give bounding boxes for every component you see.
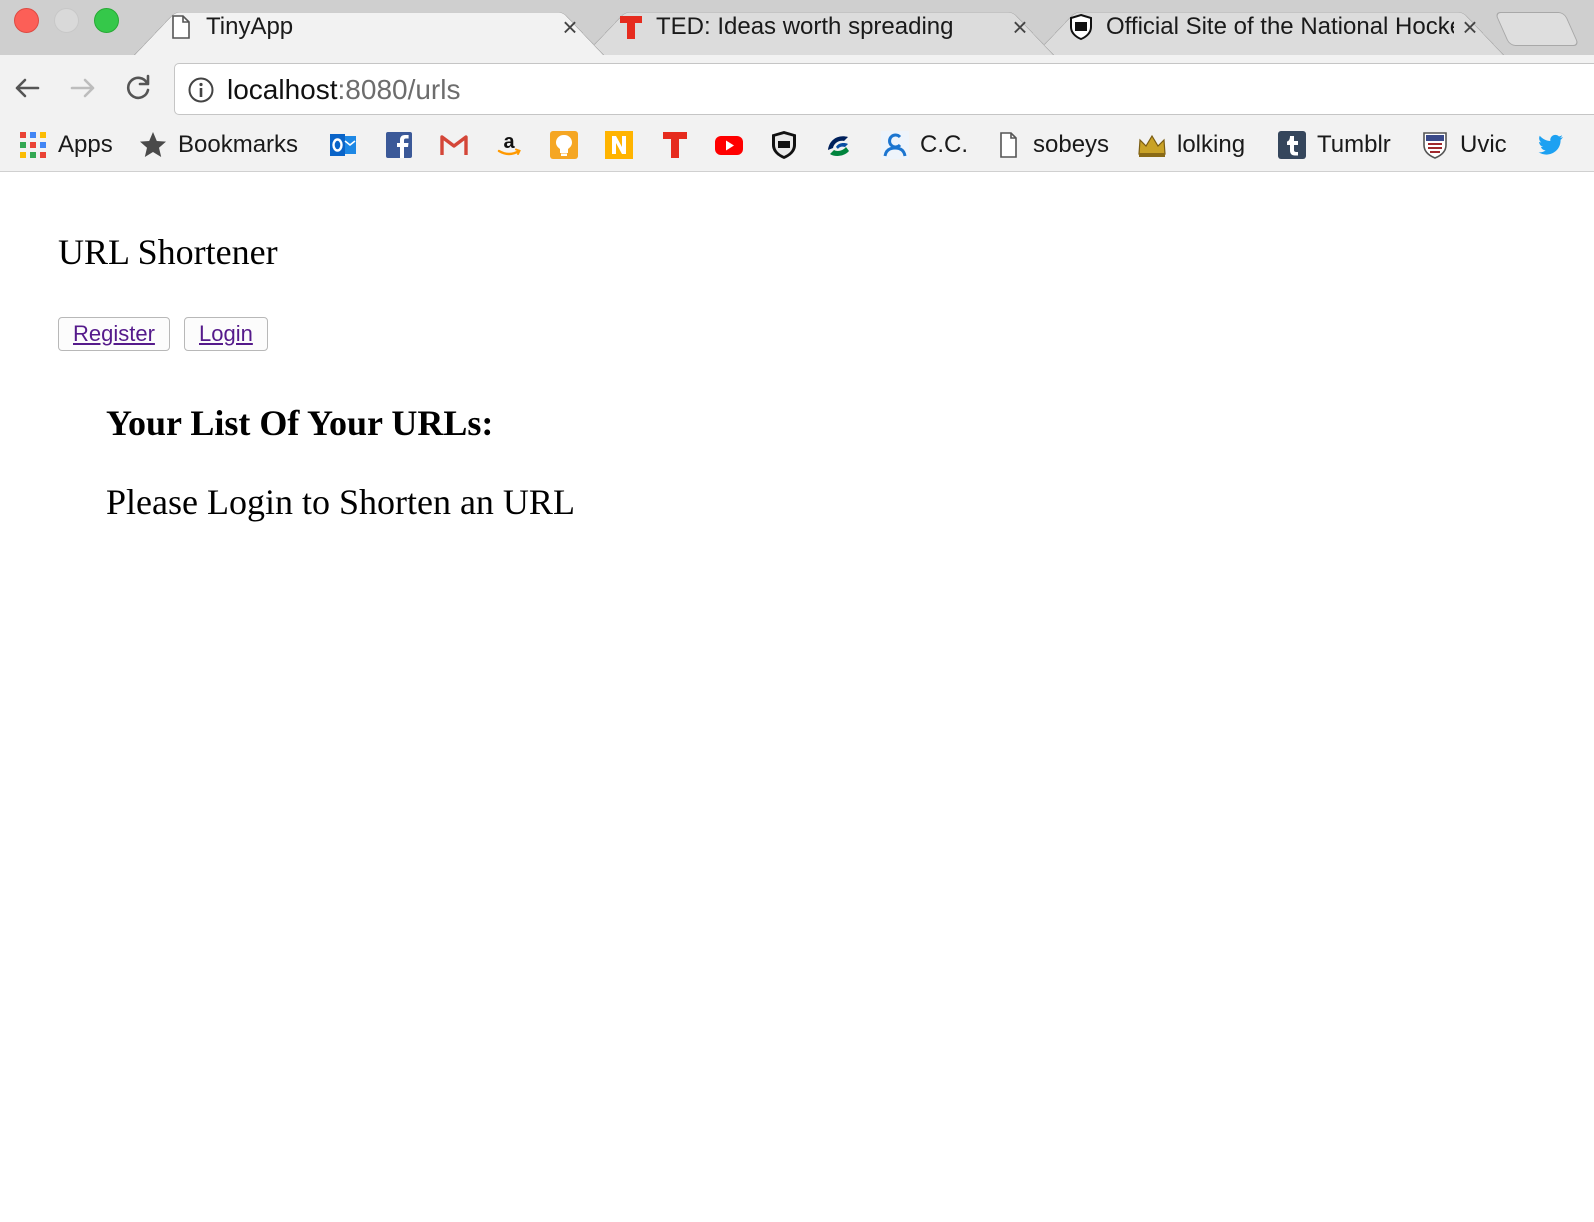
bookmark-outlook[interactable] [328,129,358,161]
bookmark-label: C.C. [920,131,968,158]
cc-icon [881,131,909,159]
ted-icon [663,132,687,158]
bookmark-label: Bookmarks [178,131,299,158]
bookmark-tumblr[interactable]: Tumblr [1277,129,1391,161]
apps-grid-icon [20,132,46,158]
star-icon [140,132,166,157]
bookmark-youtube[interactable] [714,129,744,161]
n-icon [605,131,633,159]
bookmarks-bar: Apps Bookmarks a C.C. sobeys lolking Tum… [0,120,1594,172]
address-bar[interactable]: localhost:8080/urls [174,63,1594,115]
svg-text:a: a [503,131,515,153]
bookmark-canucks[interactable] [824,129,854,161]
tab-ted[interactable]: TED: Ideas worth spreading × [584,0,1054,55]
bulb-icon [550,131,578,159]
url-host: localhost [227,74,338,105]
amazon-icon: a [497,131,521,156]
bookmark-label: Uvic [1460,131,1507,158]
canucks-icon [828,136,849,156]
facebook-icon [386,132,412,158]
tab-tinyapp[interactable]: TinyApp × [134,0,604,55]
reload-icon [127,74,150,100]
bookmark-lolking[interactable]: lolking [1137,129,1245,161]
url-text: localhost:8080/urls [227,73,460,107]
bookmark-label: Apps [58,131,113,158]
tumblr-icon [1278,131,1306,159]
tab-nhl[interactable]: Official Site of the National Hockey Lea… [1034,0,1504,55]
login-prompt: Please Login to Shorten an URL [106,482,575,522]
reload-button[interactable] [121,71,155,105]
tab-title: TinyApp [206,13,294,40]
bookmark-ted[interactable] [660,129,690,161]
tab-title: TED: Ideas worth spreading [656,13,954,40]
url-path: :8080/urls [337,74,461,105]
bookmark-sobeys[interactable]: sobeys [993,129,1109,161]
maximize-window-button[interactable] [94,8,119,33]
youtube-icon [715,136,743,155]
nhl-icon [1070,13,1092,41]
bookmark-cc[interactable]: C.C. [880,129,968,161]
nhl-icon [772,131,796,159]
new-tab-button[interactable] [1494,12,1580,46]
close-tab-icon[interactable]: × [558,13,582,41]
register-link[interactable]: Register [58,317,170,351]
page-title: URL Shortener [58,232,278,272]
urls-heading: Your List Of Your URLs: [106,403,494,443]
forward-button[interactable] [66,71,100,105]
back-button[interactable] [10,71,44,105]
outlook-icon [330,134,356,156]
bookmark-apps[interactable]: Apps [18,129,113,161]
close-tab-icon[interactable]: × [1458,13,1482,41]
uvic-icon [1423,132,1447,159]
gmail-icon [440,135,468,155]
bookmark-uvic[interactable]: Uvic [1420,129,1507,161]
bookmark-bulb[interactable] [549,129,579,161]
login-link[interactable]: Login [184,317,268,351]
bookmark-label: Tumblr [1317,131,1391,158]
browser-toolbar: localhost:8080/urls [0,55,1594,120]
page-icon [1000,132,1017,158]
bookmark-twitter[interactable] [1535,129,1565,161]
crown-icon [1138,134,1166,157]
tab-title: Official Site of the National Hockey Lea… [1106,13,1454,40]
bookmark-label: lolking [1177,131,1246,158]
bookmark-label: sobeys [1033,131,1110,158]
tab-strip: TinyApp × TED: Ideas worth spreading × O… [0,0,1594,56]
close-tab-icon[interactable]: × [1008,13,1032,41]
back-arrow-icon [15,78,40,98]
ted-icon [620,16,642,39]
twitter-icon [1538,134,1563,155]
page-icon [172,15,190,39]
bookmark-facebook[interactable] [384,129,414,161]
bookmark-folder-bookmarks[interactable]: Bookmarks [138,129,298,161]
forward-arrow-icon [70,78,95,98]
close-window-button[interactable] [14,8,39,33]
bookmark-nhl[interactable] [769,129,799,161]
bookmark-gmail[interactable] [439,129,469,161]
bookmark-amazon[interactable]: a [494,129,524,161]
minimize-window-button[interactable] [54,8,79,33]
info-icon[interactable] [187,76,215,104]
bookmark-n[interactable] [604,129,634,161]
